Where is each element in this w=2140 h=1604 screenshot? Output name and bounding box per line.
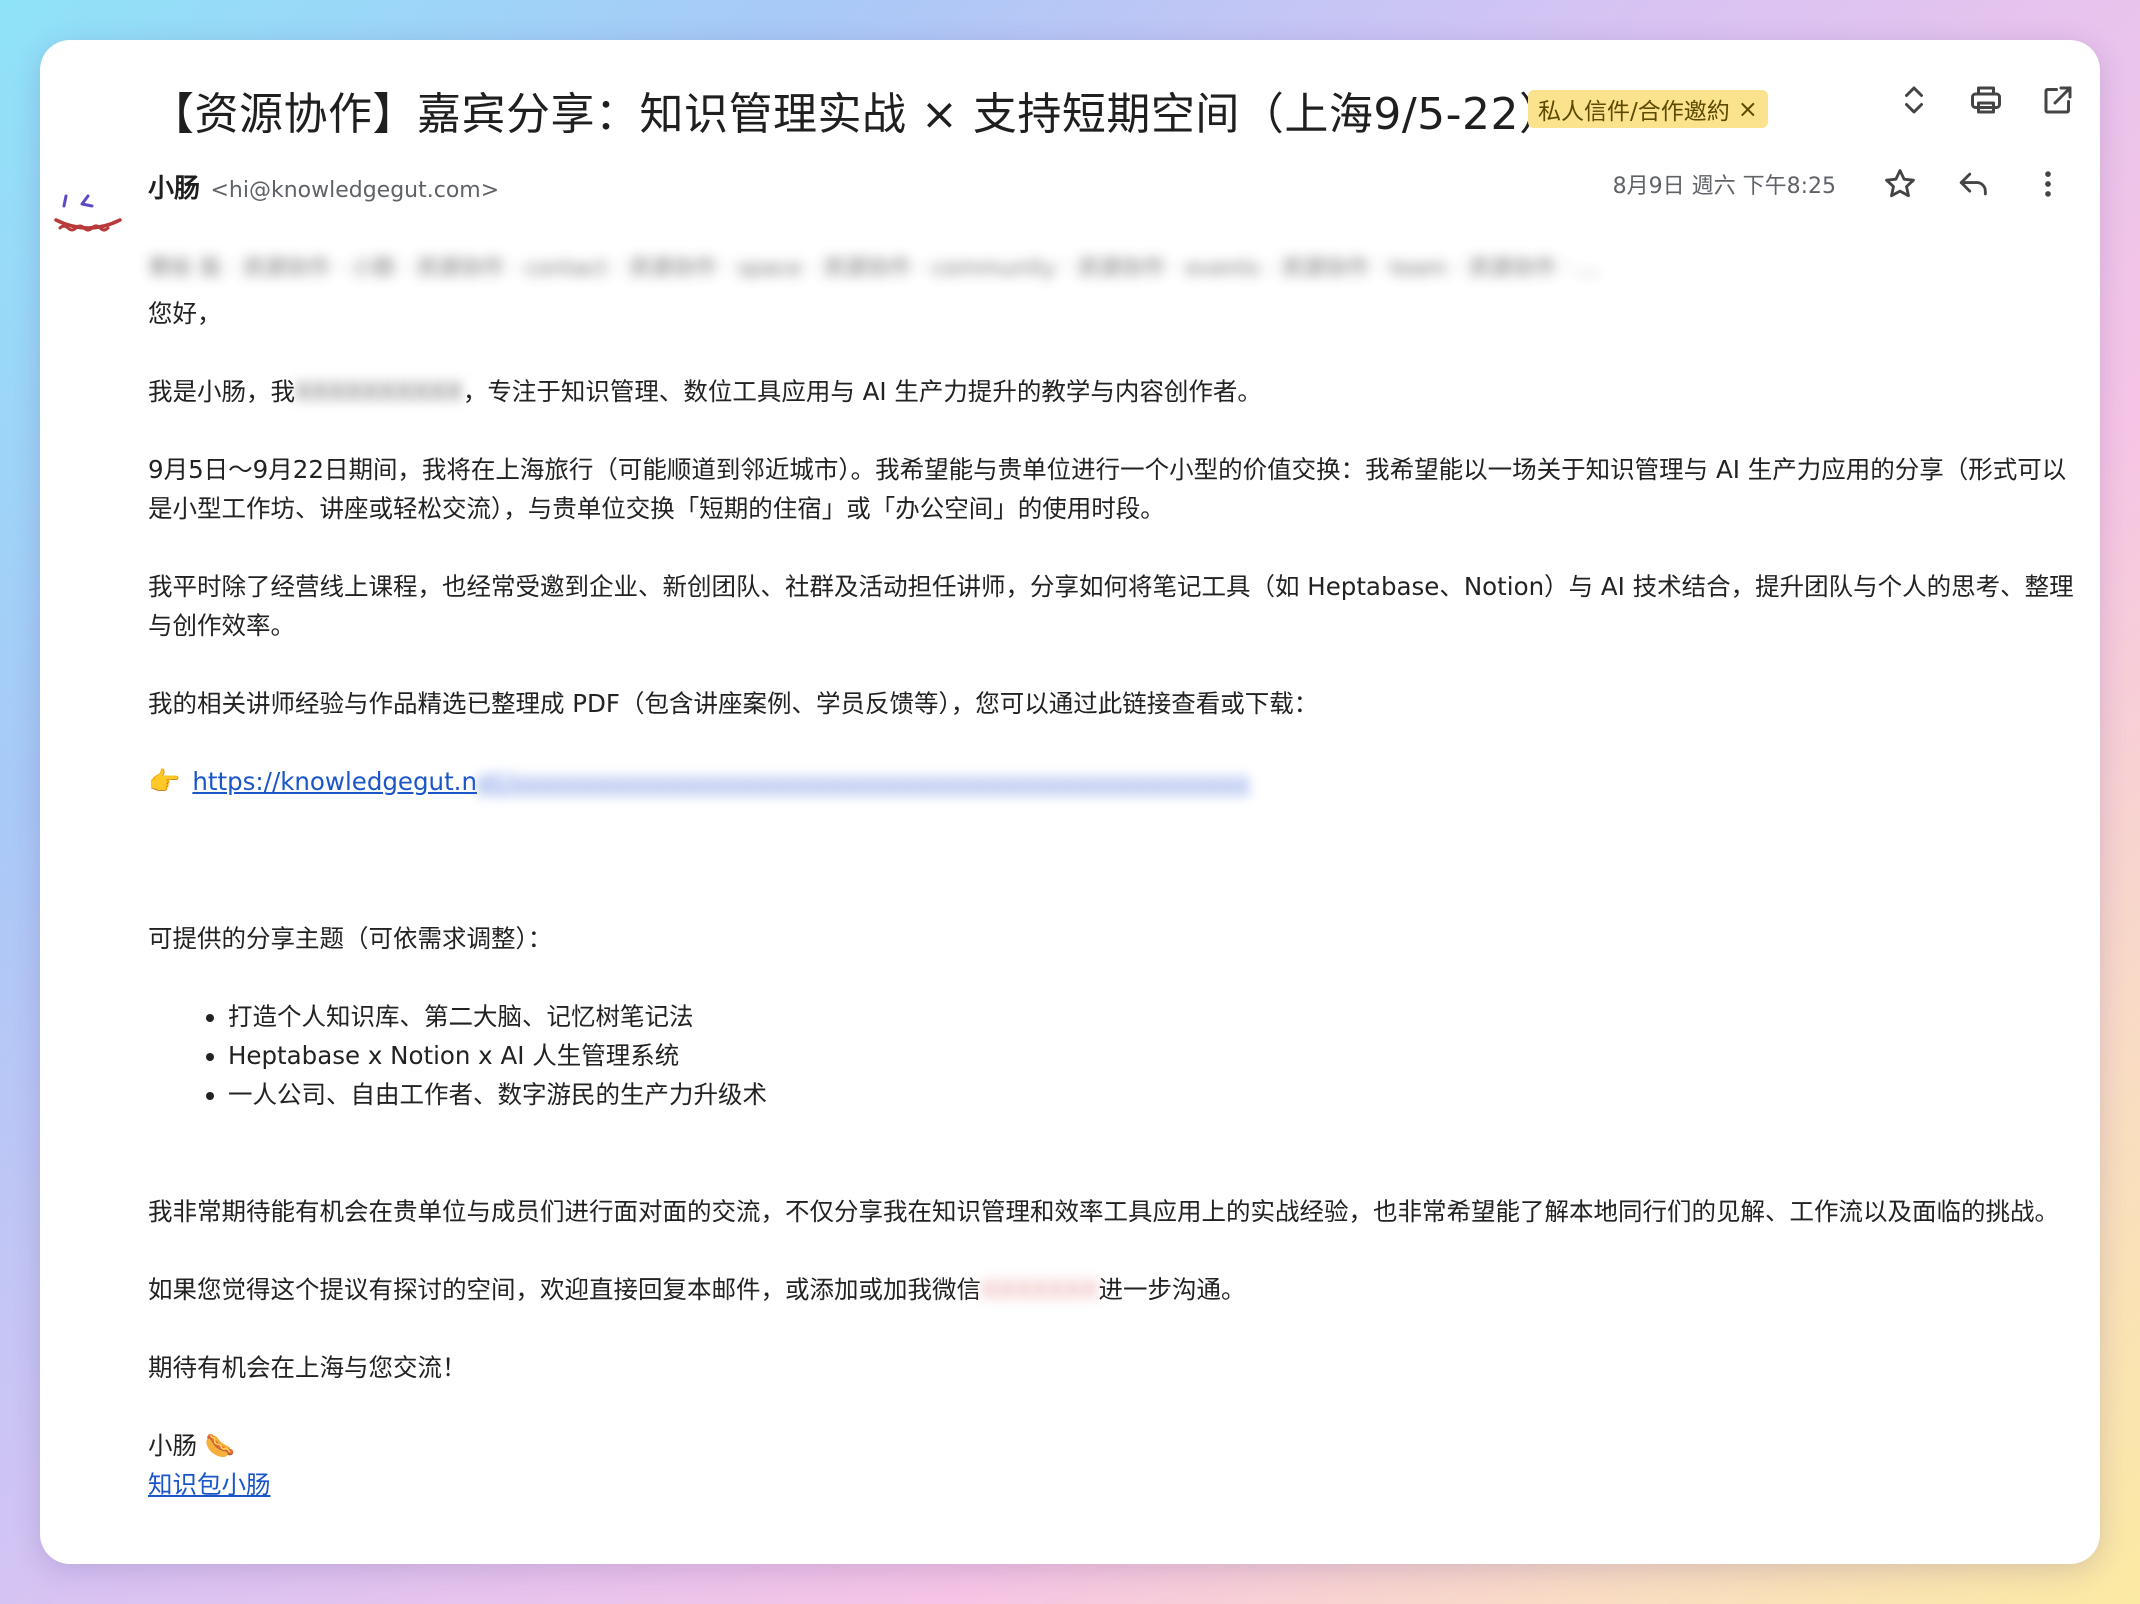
sender-name[interactable]: 小肠 xyxy=(148,174,200,204)
subject-row: 【资源协作】嘉宾分享：知识管理实战 × 支持短期空间（上海9/5-22） 私人信… xyxy=(40,70,2100,150)
hotdog-avatar-icon xyxy=(54,194,122,232)
message-actions: 8月9日 週六 下午8:25 xyxy=(1613,162,2070,206)
reply-icon[interactable] xyxy=(1952,162,1996,206)
open-in-new-window-icon[interactable] xyxy=(2036,78,2080,122)
contact-text-start: 如果您觉得这个提议有探讨的空间，欢迎直接回复本邮件，或添加或加我微信 xyxy=(148,1275,981,1304)
print-icon[interactable] xyxy=(1964,78,2008,122)
sender-email[interactable]: <hi@knowledgegut.com> xyxy=(210,178,499,203)
pdf-link-blurred[interactable]: et/xxxxxxxxxxxxxxxxxxxxxxxxxxxxxxxxxxxxx… xyxy=(477,767,1249,796)
travel-paragraph: 9月5日～9月22日期间，我将在上海旅行（可能顺道到邻近城市）。我希望能与贵单位… xyxy=(148,455,2067,523)
pdf-paragraph: 我的相关讲师经验与作品精选已整理成 PDF（包含讲座案例、学员反馈等），您可以通… xyxy=(148,689,1319,718)
greeting: 您好， xyxy=(148,299,222,328)
signature-link[interactable]: 知识包小肠 xyxy=(148,1470,271,1499)
expand-collapse-icon[interactable] xyxy=(1892,78,1936,122)
topic-item: 打造个人知识库、第二大脑、记忆树笔记法 xyxy=(228,997,2078,1036)
topics-list: 打造个人知识库、第二大脑、记忆树笔记法 Heptabase x Notion x… xyxy=(148,997,2078,1114)
pdf-link-visible[interactable]: https://knowledgegut.n xyxy=(192,767,477,796)
expect-paragraph: 我非常期待能有机会在贵单位与成员们进行面对面的交流，不仅分享我在知识管理和效率工… xyxy=(148,1197,2059,1226)
sender-avatar xyxy=(48,182,128,262)
email-subject: 【资源协作】嘉宾分享：知识管理实战 × 支持短期空间（上海9/5-22） xyxy=(150,89,1564,140)
topic-item: Heptabase x Notion x AI 人生管理系统 xyxy=(228,1036,2078,1075)
closing-line: 期待有机会在上海与您交流！ xyxy=(148,1353,467,1382)
star-icon[interactable] xyxy=(1878,162,1922,206)
intro-blurred-text: XXXXXXXXXX xyxy=(295,377,463,406)
sender-row: 小肠 <hi@knowledgegut.com> 8月9日 週六 下午8:25 xyxy=(148,168,2070,218)
intro-paragraph: 我是小肠，我XXXXXXXXXX，专注于知识管理、数位工具应用与 AI 生产力提… xyxy=(148,372,2078,411)
signature-name: 小肠 🌭 xyxy=(148,1431,236,1460)
wechat-id-blurred: XXXXXXX xyxy=(981,1275,1099,1304)
label-text: 私人信件/合作邀約 xyxy=(1538,99,1730,125)
topic-item: 一人公司、自由工作者、数字游民的生产力升级术 xyxy=(228,1075,2078,1114)
recipients-blurred[interactable]: 寄给 我 · 资源协作 · 小肠 · 资源协作 · contact · 资源协作… xyxy=(148,250,1998,280)
top-toolbar xyxy=(1892,78,2080,122)
pdf-link[interactable]: https://knowledgegut.net/xxxxxxxxxxxxxxx… xyxy=(192,767,1249,796)
label-chip[interactable]: 私人信件/合作邀約 × xyxy=(1528,90,1768,128)
teaching-paragraph: 我平时除了经营线上课程，也经常受邀到企业、新创团队、社群及活动担任讲师，分享如何… xyxy=(148,572,2074,640)
message-date: 8月9日 週六 下午8:25 xyxy=(1612,174,1836,199)
intro-text-start: 我是小肠，我 xyxy=(148,377,295,406)
contact-paragraph: 如果您觉得这个提议有探讨的空间，欢迎直接回复本邮件，或添加或加我微信XXXXXX… xyxy=(148,1270,2078,1309)
email-body: 您好， 我是小肠，我XXXXXXXXXX，专注于知识管理、数位工具应用与 AI … xyxy=(148,294,2078,1504)
topics-heading: 可提供的分享主题（可依需求调整）： xyxy=(148,924,553,953)
email-card: 【资源协作】嘉宾分享：知识管理实战 × 支持短期空间（上海9/5-22） 私人信… xyxy=(40,40,2100,1564)
pointing-hand-icon: 👉 xyxy=(148,767,181,797)
pdf-link-row: 👉 https://knowledgegut.net/xxxxxxxxxxxxxx… xyxy=(148,762,2078,802)
intro-text-end: ，专注于知识管理、数位工具应用与 AI 生产力提升的教学与内容创作者。 xyxy=(462,377,1262,406)
remove-label-icon[interactable]: × xyxy=(1738,97,1758,121)
more-options-icon[interactable] xyxy=(2026,162,2070,206)
contact-text-end: 进一步沟通。 xyxy=(1098,1275,1246,1304)
